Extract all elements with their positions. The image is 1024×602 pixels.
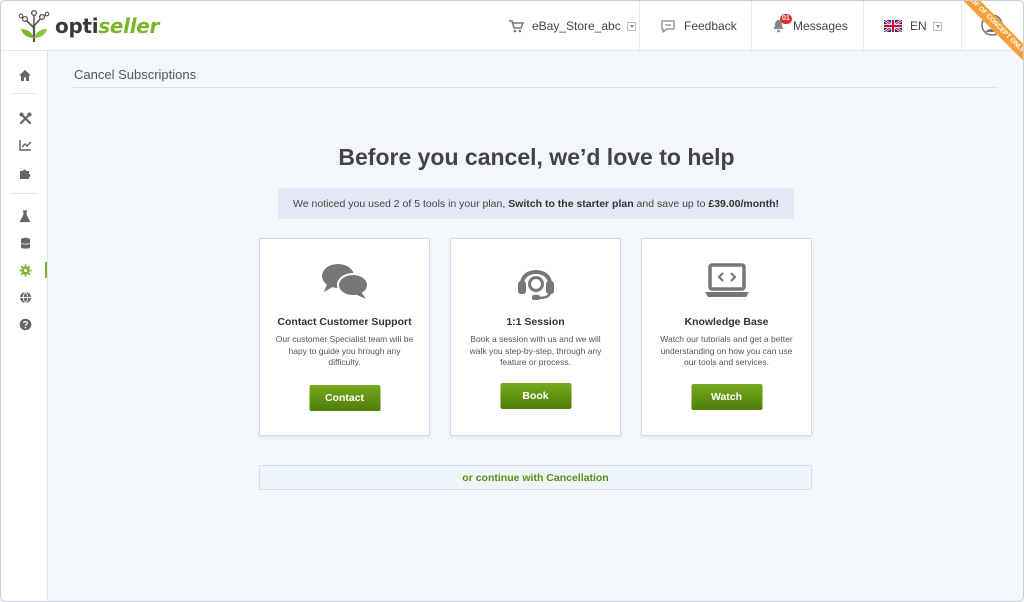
chat-bubbles-icon xyxy=(260,261,429,301)
sidebar xyxy=(1,51,48,601)
notice-highlight[interactable]: Switch to the starter plan xyxy=(508,198,633,210)
watch-button[interactable]: Watch xyxy=(691,384,762,410)
puzzle-icon[interactable] xyxy=(16,164,34,182)
card-description: Book a session with us and we will walk … xyxy=(469,334,602,367)
notice-middle: and save up to xyxy=(633,197,709,210)
notice-amount: £39.00/month! xyxy=(708,197,779,210)
sidebar-divider xyxy=(10,93,38,94)
globe-icon[interactable] xyxy=(16,288,34,306)
bell-icon: 01 xyxy=(772,14,792,33)
feedback-link[interactable]: Feedback xyxy=(660,1,737,51)
flask-icon[interactable] xyxy=(16,207,34,225)
logo-tree-icon xyxy=(18,9,50,42)
language-label: EN xyxy=(910,19,927,33)
plan-notice: We noticed you used 2 of 5 tools in your… xyxy=(278,188,794,219)
help-icon[interactable] xyxy=(16,315,34,333)
divider xyxy=(639,1,640,51)
uk-flag-icon xyxy=(884,20,902,32)
support-card: Contact Customer Support Our customer Sp… xyxy=(259,238,430,436)
messages-link[interactable]: 01 Messages xyxy=(772,1,848,51)
messages-badge: 01 xyxy=(780,14,792,24)
gear-icon[interactable] xyxy=(16,261,34,279)
chat-bubble-icon xyxy=(660,19,676,33)
headset-icon xyxy=(451,261,620,301)
card-description: Watch our tutorials and get a better und… xyxy=(660,334,793,367)
laptop-code-icon xyxy=(642,261,811,301)
chart-line-icon[interactable] xyxy=(16,136,34,154)
active-indicator xyxy=(45,262,47,278)
logo[interactable]: optiseller xyxy=(17,8,159,44)
home-icon[interactable] xyxy=(16,66,34,84)
contact-button[interactable]: Contact xyxy=(309,385,380,411)
title-divider xyxy=(73,87,998,88)
language-selector[interactable]: EN xyxy=(884,1,942,51)
continue-cancellation-button[interactable]: or continue with Cancellation xyxy=(259,465,812,490)
card-description: Our customer Specialist team will be hap… xyxy=(275,334,414,367)
database-icon[interactable] xyxy=(16,234,34,252)
logo-text-opti: opti xyxy=(55,14,99,38)
messages-label: Messages xyxy=(793,19,848,33)
app-window: optiseller eBay_Store_abc Feedback 01 Me… xyxy=(0,0,1024,602)
card-title: Contact Customer Support xyxy=(277,316,412,328)
chevron-down-icon xyxy=(626,21,636,31)
headline: Before you cancel, we’d love to help xyxy=(338,144,735,170)
page-title: Cancel Subscriptions xyxy=(74,67,197,82)
store-label: eBay_Store_abc xyxy=(532,19,621,33)
top-bar: optiseller eBay_Store_abc Feedback 01 Me… xyxy=(1,1,1023,71)
ribbon-text: Proof of concept only xyxy=(955,1,1023,71)
proof-of-concept-ribbon: Proof of concept only xyxy=(955,1,1023,71)
logo-text: optiseller xyxy=(55,14,159,38)
tools-icon[interactable] xyxy=(16,109,34,127)
divider xyxy=(751,1,752,51)
feedback-label: Feedback xyxy=(684,19,737,33)
cart-icon xyxy=(509,19,524,33)
book-button[interactable]: Book xyxy=(500,383,571,409)
card-title: Knowledge Base xyxy=(684,316,769,328)
card-title: 1:1 Session xyxy=(506,316,565,328)
divider xyxy=(863,1,864,51)
notice-prefix: We noticed you used 2 of 5 tools in your… xyxy=(293,197,509,210)
logo-text-seller: seller xyxy=(98,14,160,38)
chevron-down-icon xyxy=(932,21,942,31)
knowledge-card: Knowledge Base Watch our tutorials and g… xyxy=(641,238,812,436)
sidebar-divider xyxy=(10,193,38,194)
session-card: 1:1 Session Book a session with us and w… xyxy=(450,238,621,436)
store-selector[interactable]: eBay_Store_abc xyxy=(509,1,636,51)
